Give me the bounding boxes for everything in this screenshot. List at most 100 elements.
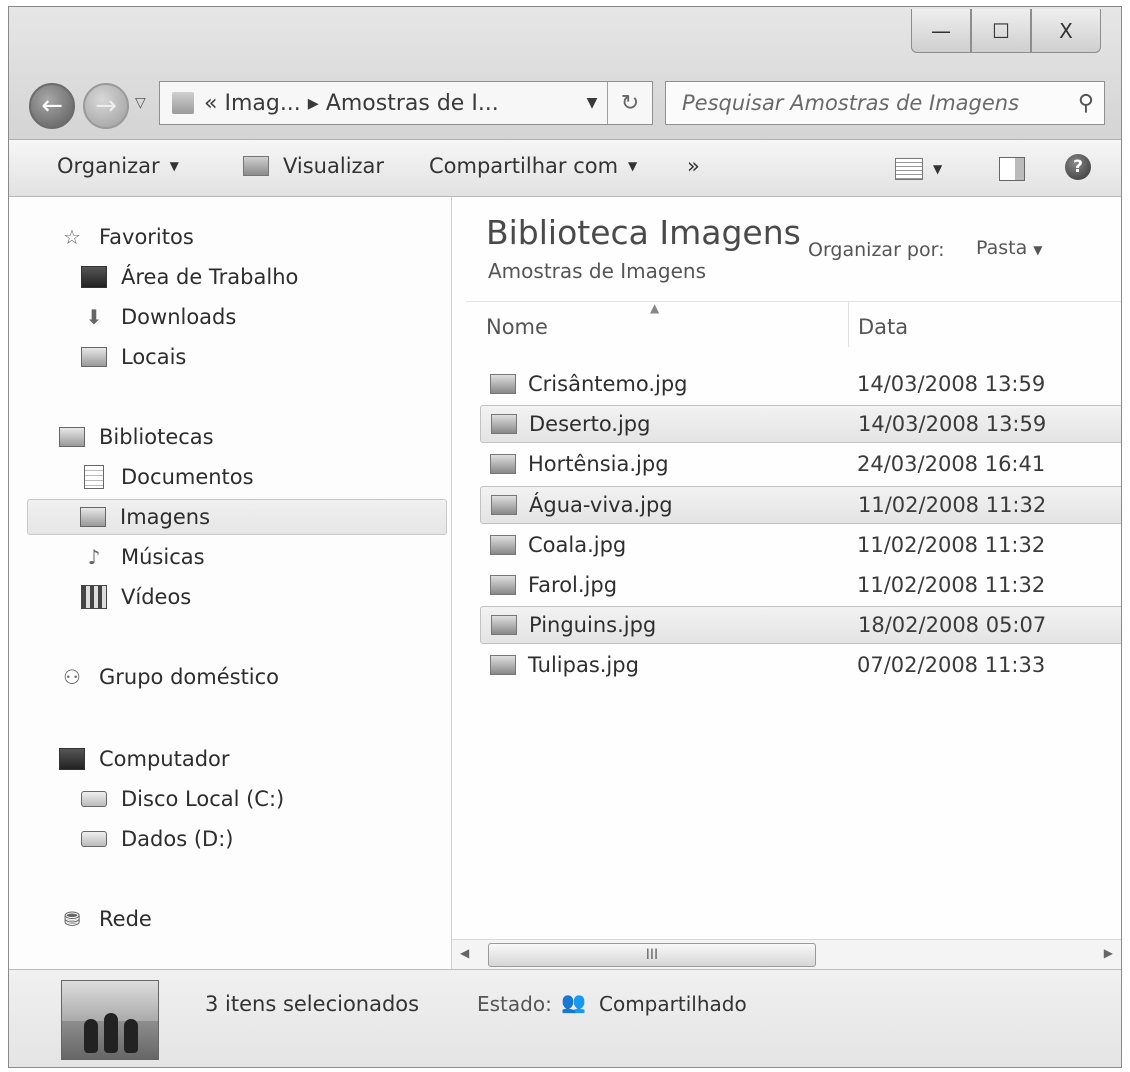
file-row[interactable]: Água-viva.jpg 11/02/2008 11:32 [480,485,1121,524]
address-path[interactable]: « Imag... ▸ Amostras de I... [204,91,577,116]
image-icon [243,156,269,176]
chevron-down-icon: ▼ [169,159,179,173]
nav-label: Rede [99,907,152,931]
downloads-icon: ⬇ [85,305,103,329]
column-separator[interactable] [848,301,849,347]
nav-images[interactable]: Imagens [27,499,447,535]
nav-desktop[interactable]: Área de Trabalho [81,259,298,295]
nav-network[interactable]: ⛃ Rede [59,901,152,937]
search-input[interactable] [680,90,1078,116]
file-date: 18/02/2008 05:07 [858,613,1047,638]
selection-thumbnail [61,980,159,1060]
nav-music[interactable]: ♪ Músicas [81,539,205,575]
computer-icon [59,748,85,770]
recent-pages-dropdown[interactable]: ▽ [135,95,146,111]
search-icon[interactable]: ⚲ [1078,91,1094,116]
nav-documents[interactable]: Documentos [81,459,254,495]
nav-disk-c[interactable]: Disco Local (C:) [81,781,284,817]
file-row[interactable]: Crisântemo.jpg 14/03/2008 13:59 [480,365,1121,403]
nav-label: Bibliotecas [99,425,214,449]
column-header-name[interactable]: Nome [486,315,548,339]
homegroup-icon: ⚇ [63,665,81,689]
state-label: Estado: [477,992,552,1016]
file-row[interactable]: Coala.jpg 11/02/2008 11:32 [480,526,1121,564]
file-name: Hortênsia.jpg [528,452,669,477]
address-bar[interactable]: « Imag... ▸ Amostras de I... ▼ ↻ [159,81,653,125]
organize-label: Organizar [57,154,160,178]
change-view-button[interactable]: ▼ [895,158,942,180]
scroll-left-icon[interactable]: ◀ [460,946,469,960]
scroll-right-icon[interactable]: ▶ [1104,946,1113,960]
scrollbar-thumb[interactable]: III [488,943,816,967]
image-file-icon [490,534,516,555]
image-file-icon [491,615,517,636]
image-file-icon [491,414,517,435]
image-file-icon [490,454,516,475]
images-icon [80,506,106,528]
search-box[interactable]: ⚲ [665,81,1105,125]
file-date: 11/02/2008 11:32 [857,532,1046,557]
file-row[interactable]: Pinguins.jpg 18/02/2008 05:07 [480,606,1121,645]
close-button[interactable]: X [1031,9,1101,53]
share-label: Compartilhar com [429,154,619,178]
explorer-window: — ☐ X ← → ▽ « Imag... ▸ Amostras de I...… [8,6,1122,1068]
nav-computer[interactable]: Computador [59,741,230,777]
more-commands-button[interactable]: » [687,154,700,178]
horizontal-scrollbar[interactable]: ◀ III ▶ [452,939,1121,969]
title-bar: — ☐ X ← → ▽ « Imag... ▸ Amostras de I...… [9,7,1121,139]
image-file-icon [490,655,516,676]
maximize-button[interactable]: ☐ [971,9,1031,53]
nav-label: Área de Trabalho [121,265,299,289]
nav-homegroup[interactable]: ⚇ Grupo doméstico [59,659,279,695]
address-dropdown-icon[interactable]: ▼ [577,95,607,111]
nav-label: Favoritos [99,225,194,249]
network-icon: ⛃ [63,907,81,931]
nav-places[interactable]: Locais [81,339,186,375]
chevron-down-icon: ▼ [1033,243,1043,257]
chevron-down-icon: ▼ [933,162,943,176]
details-pane: 3 itens selecionados Estado: 👥 Compartil… [9,969,1121,1067]
minimize-button[interactable]: — [911,9,971,53]
view-list-icon [895,158,923,180]
refresh-icon[interactable]: ↻ [607,82,652,124]
places-icon [81,346,107,368]
forward-button[interactable]: → [83,83,129,129]
nav-downloads[interactable]: ⬇ Downloads [81,299,237,335]
file-date: 24/03/2008 16:41 [857,452,1046,477]
nav-label: Downloads [121,305,237,329]
libraries-icon [59,426,85,448]
view-button[interactable]: Visualizar [243,154,384,178]
star-icon: ☆ [63,225,81,249]
desktop-icon [81,266,107,288]
column-header-divider [466,301,1121,302]
preview-pane-button[interactable] [999,157,1025,181]
arrange-by-dropdown[interactable]: Pasta ▼ [976,237,1043,259]
image-file-icon [491,494,517,515]
command-bar: Organizar ▼ Visualizar Compartilhar com ▼ … [9,139,1121,197]
more-label: » [687,154,700,178]
arrange-by-value: Pasta [976,237,1028,259]
share-button[interactable]: Compartilhar com ▼ [429,154,637,178]
help-button[interactable]: ? [1065,154,1091,180]
file-row[interactable]: Farol.jpg 11/02/2008 11:32 [480,566,1121,604]
file-row[interactable]: Deserto.jpg 14/03/2008 13:59 [480,405,1121,444]
nav-label: Computador [99,747,230,771]
file-date: 14/03/2008 13:59 [857,372,1046,396]
file-date: 14/03/2008 13:59 [858,412,1047,437]
nav-libraries[interactable]: Bibliotecas [59,419,214,455]
file-date: 11/02/2008 11:32 [858,492,1047,517]
file-row[interactable]: Tulipas.jpg 07/02/2008 11:33 [480,646,1121,684]
file-row[interactable]: Hortênsia.jpg 24/03/2008 16:41 [480,445,1121,483]
back-arrow-icon: ← [41,91,63,121]
organize-button[interactable]: Organizar ▼ [57,154,179,178]
nav-label: Disco Local (C:) [121,787,285,811]
folder-icon [172,92,194,114]
file-name: Pinguins.jpg [529,613,657,638]
nav-label: Músicas [121,545,205,569]
nav-disk-d[interactable]: Dados (D:) [81,821,233,857]
nav-favorites[interactable]: ☆ Favoritos [59,219,194,255]
nav-videos[interactable]: Vídeos [81,579,191,615]
column-header-date[interactable]: Data [858,315,908,339]
back-button[interactable]: ← [29,83,75,129]
nav-label: Documentos [121,465,254,489]
